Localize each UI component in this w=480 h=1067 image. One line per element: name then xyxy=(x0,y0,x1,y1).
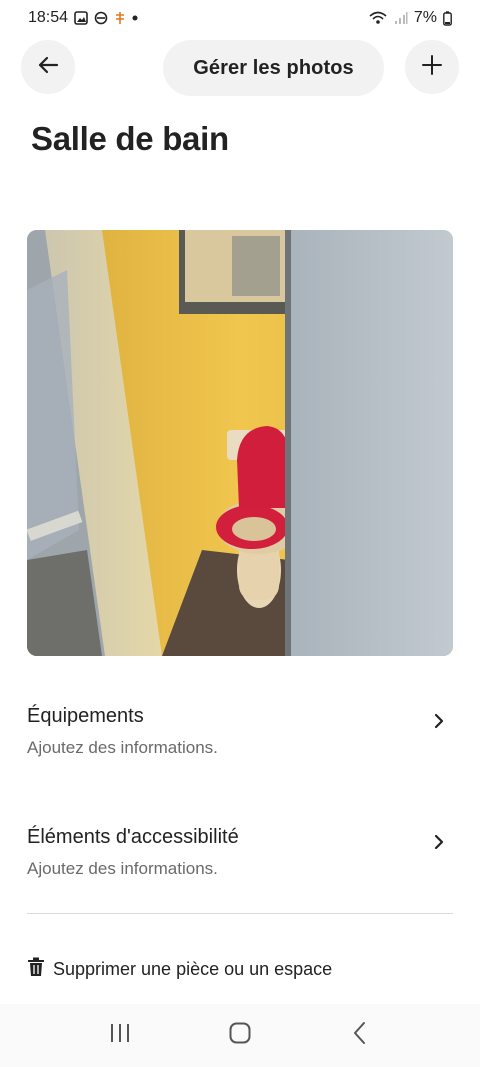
trash-icon xyxy=(27,957,45,982)
signal-icon xyxy=(394,11,408,25)
status-left: 18:54 xyxy=(28,9,138,27)
home-icon xyxy=(228,1021,252,1050)
recent-apps-icon xyxy=(108,1022,132,1049)
chevron-right-icon xyxy=(433,713,445,734)
arrow-left-icon xyxy=(37,54,59,81)
delete-room-button[interactable]: Supprimer une pièce ou un espace xyxy=(27,957,332,982)
accessibility-title: Éléments d'accessibilité xyxy=(27,826,239,848)
divider xyxy=(27,913,453,914)
gallery-notification-icon xyxy=(74,11,88,25)
amenities-row[interactable]: Équipements Ajoutez des informations. xyxy=(27,705,453,765)
accessibility-subtitle: Ajoutez des informations. xyxy=(27,859,218,878)
browser-notification-icon xyxy=(94,11,108,25)
recent-apps-button[interactable] xyxy=(90,1011,150,1061)
system-nav-bar xyxy=(0,1004,480,1067)
chevron-left-icon xyxy=(352,1021,368,1050)
top-bar: Gérer les photos xyxy=(0,40,480,96)
status-bar: 18:54 7% xyxy=(0,0,480,36)
manage-photos-button[interactable]: Gérer les photos xyxy=(163,40,384,96)
wifi-icon xyxy=(368,10,388,26)
accessibility-row[interactable]: Éléments d'accessibilité Ajoutez des inf… xyxy=(27,826,453,886)
system-back-button[interactable] xyxy=(330,1011,390,1061)
add-button[interactable] xyxy=(405,40,459,94)
battery-percent: 7% xyxy=(413,9,437,26)
more-notifications-dot-icon xyxy=(132,15,138,21)
back-button[interactable] xyxy=(21,40,75,94)
delete-room-label: Supprimer une pièce ou un espace xyxy=(53,959,333,979)
chevron-right-icon xyxy=(433,834,445,855)
page-title: Salle de bain xyxy=(31,120,229,157)
home-button[interactable] xyxy=(210,1011,270,1061)
amenities-subtitle: Ajoutez des informations. xyxy=(27,738,218,757)
battery-icon xyxy=(443,10,452,26)
status-right: 7% xyxy=(368,9,452,27)
app-notification-icon xyxy=(114,11,126,25)
status-time: 18:54 xyxy=(28,9,69,26)
plus-icon xyxy=(421,54,443,81)
room-photo[interactable] xyxy=(27,230,453,656)
amenities-title: Équipements xyxy=(27,705,144,727)
